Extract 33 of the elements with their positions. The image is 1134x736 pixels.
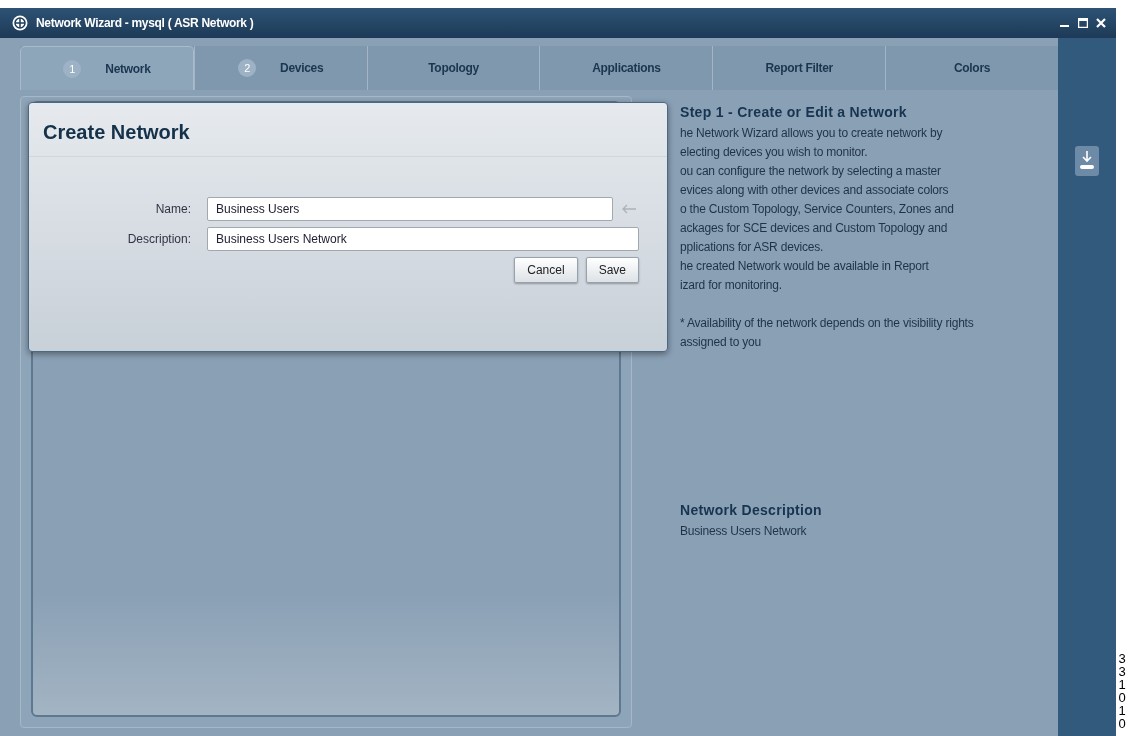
help-text: pplications for ASR devices. — [680, 239, 825, 256]
dialog-button[interactable]: Cancel — [514, 257, 578, 283]
close-icon[interactable] — [1096, 18, 1106, 28]
help-text: o the Custom Topology, Service Counters, Zones and — [680, 201, 955, 218]
help-text: ou can configure the network by selecting a master — [680, 163, 942, 180]
help-heading: Step 1 - Create or Edit a Network — [680, 104, 908, 120]
tab[interactable]: Colors — [885, 46, 1058, 90]
description-text: Business Users Network — [680, 523, 808, 540]
tab[interactable]: 2 Devices — [193, 46, 367, 90]
help-text: he Network Wizard allows you to create network by — [680, 125, 944, 142]
globe-icon — [12, 15, 28, 31]
tab[interactable]: Topology — [366, 46, 540, 90]
description-heading: Network Description — [680, 502, 823, 518]
figure-number: 331010 — [1118, 652, 1127, 730]
field-label: Name: — [154, 202, 192, 216]
help-text: izard for monitoring. — [680, 277, 783, 294]
help-text: ackages for SCE devices and Custom Topology and — [680, 220, 949, 237]
help-text: evices along with other devices and associate colors — [680, 182, 950, 199]
help-text: electing devices you wish to monitor. — [680, 144, 869, 161]
window-title: Network Wizard - mysql ( ASR Network ) — [36, 16, 255, 30]
dialog-button[interactable]: Save — [585, 257, 639, 283]
tab[interactable]: Report Filter — [712, 46, 886, 90]
dialog-title: Create Network — [29, 103, 667, 157]
field-label: Description: — [126, 232, 192, 246]
help-text: he created Network would be available in Report — [680, 258, 930, 275]
text-field[interactable]: Business Users — [207, 197, 613, 221]
tab[interactable]: Applications — [539, 46, 713, 90]
text-field[interactable]: Business Users Network — [207, 227, 639, 251]
download-icon[interactable] — [1075, 146, 1099, 176]
tab[interactable]: 1 Network — [20, 46, 194, 90]
left-arrow-icon — [621, 204, 637, 214]
maximize-icon[interactable] — [1078, 18, 1088, 28]
help-note: * Availability of the network depends on the visibility rights assigned to you — [680, 315, 975, 351]
